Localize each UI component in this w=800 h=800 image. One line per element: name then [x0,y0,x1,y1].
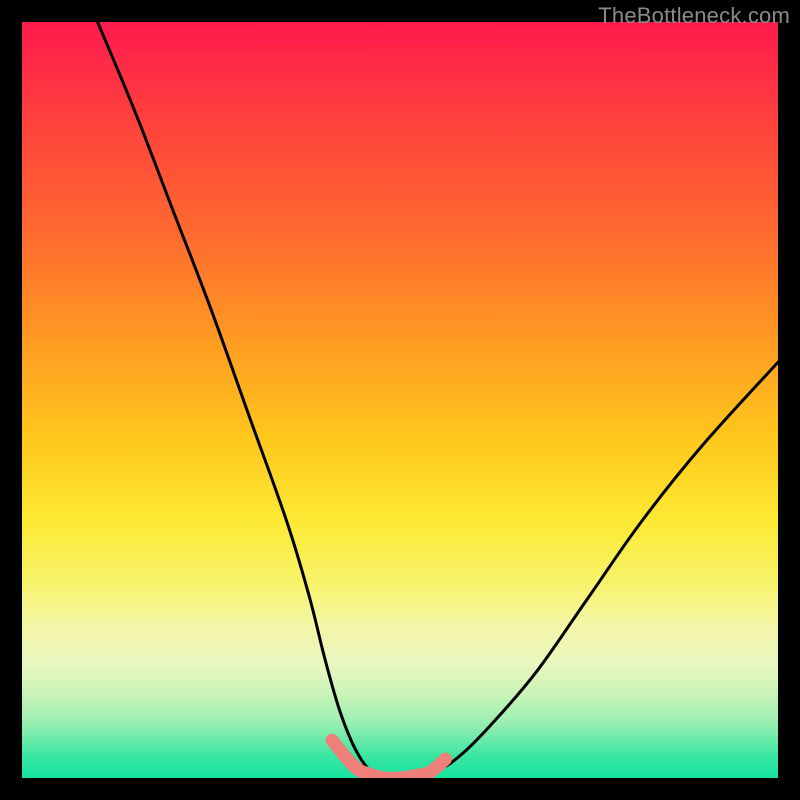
chart-frame: TheBottleneck.com [0,0,800,800]
watermark-text: TheBottleneck.com [598,3,790,29]
highlight-segment [332,740,445,778]
curve-layer [22,22,778,778]
plot-area [22,22,778,778]
bottleneck-curve [98,22,778,778]
